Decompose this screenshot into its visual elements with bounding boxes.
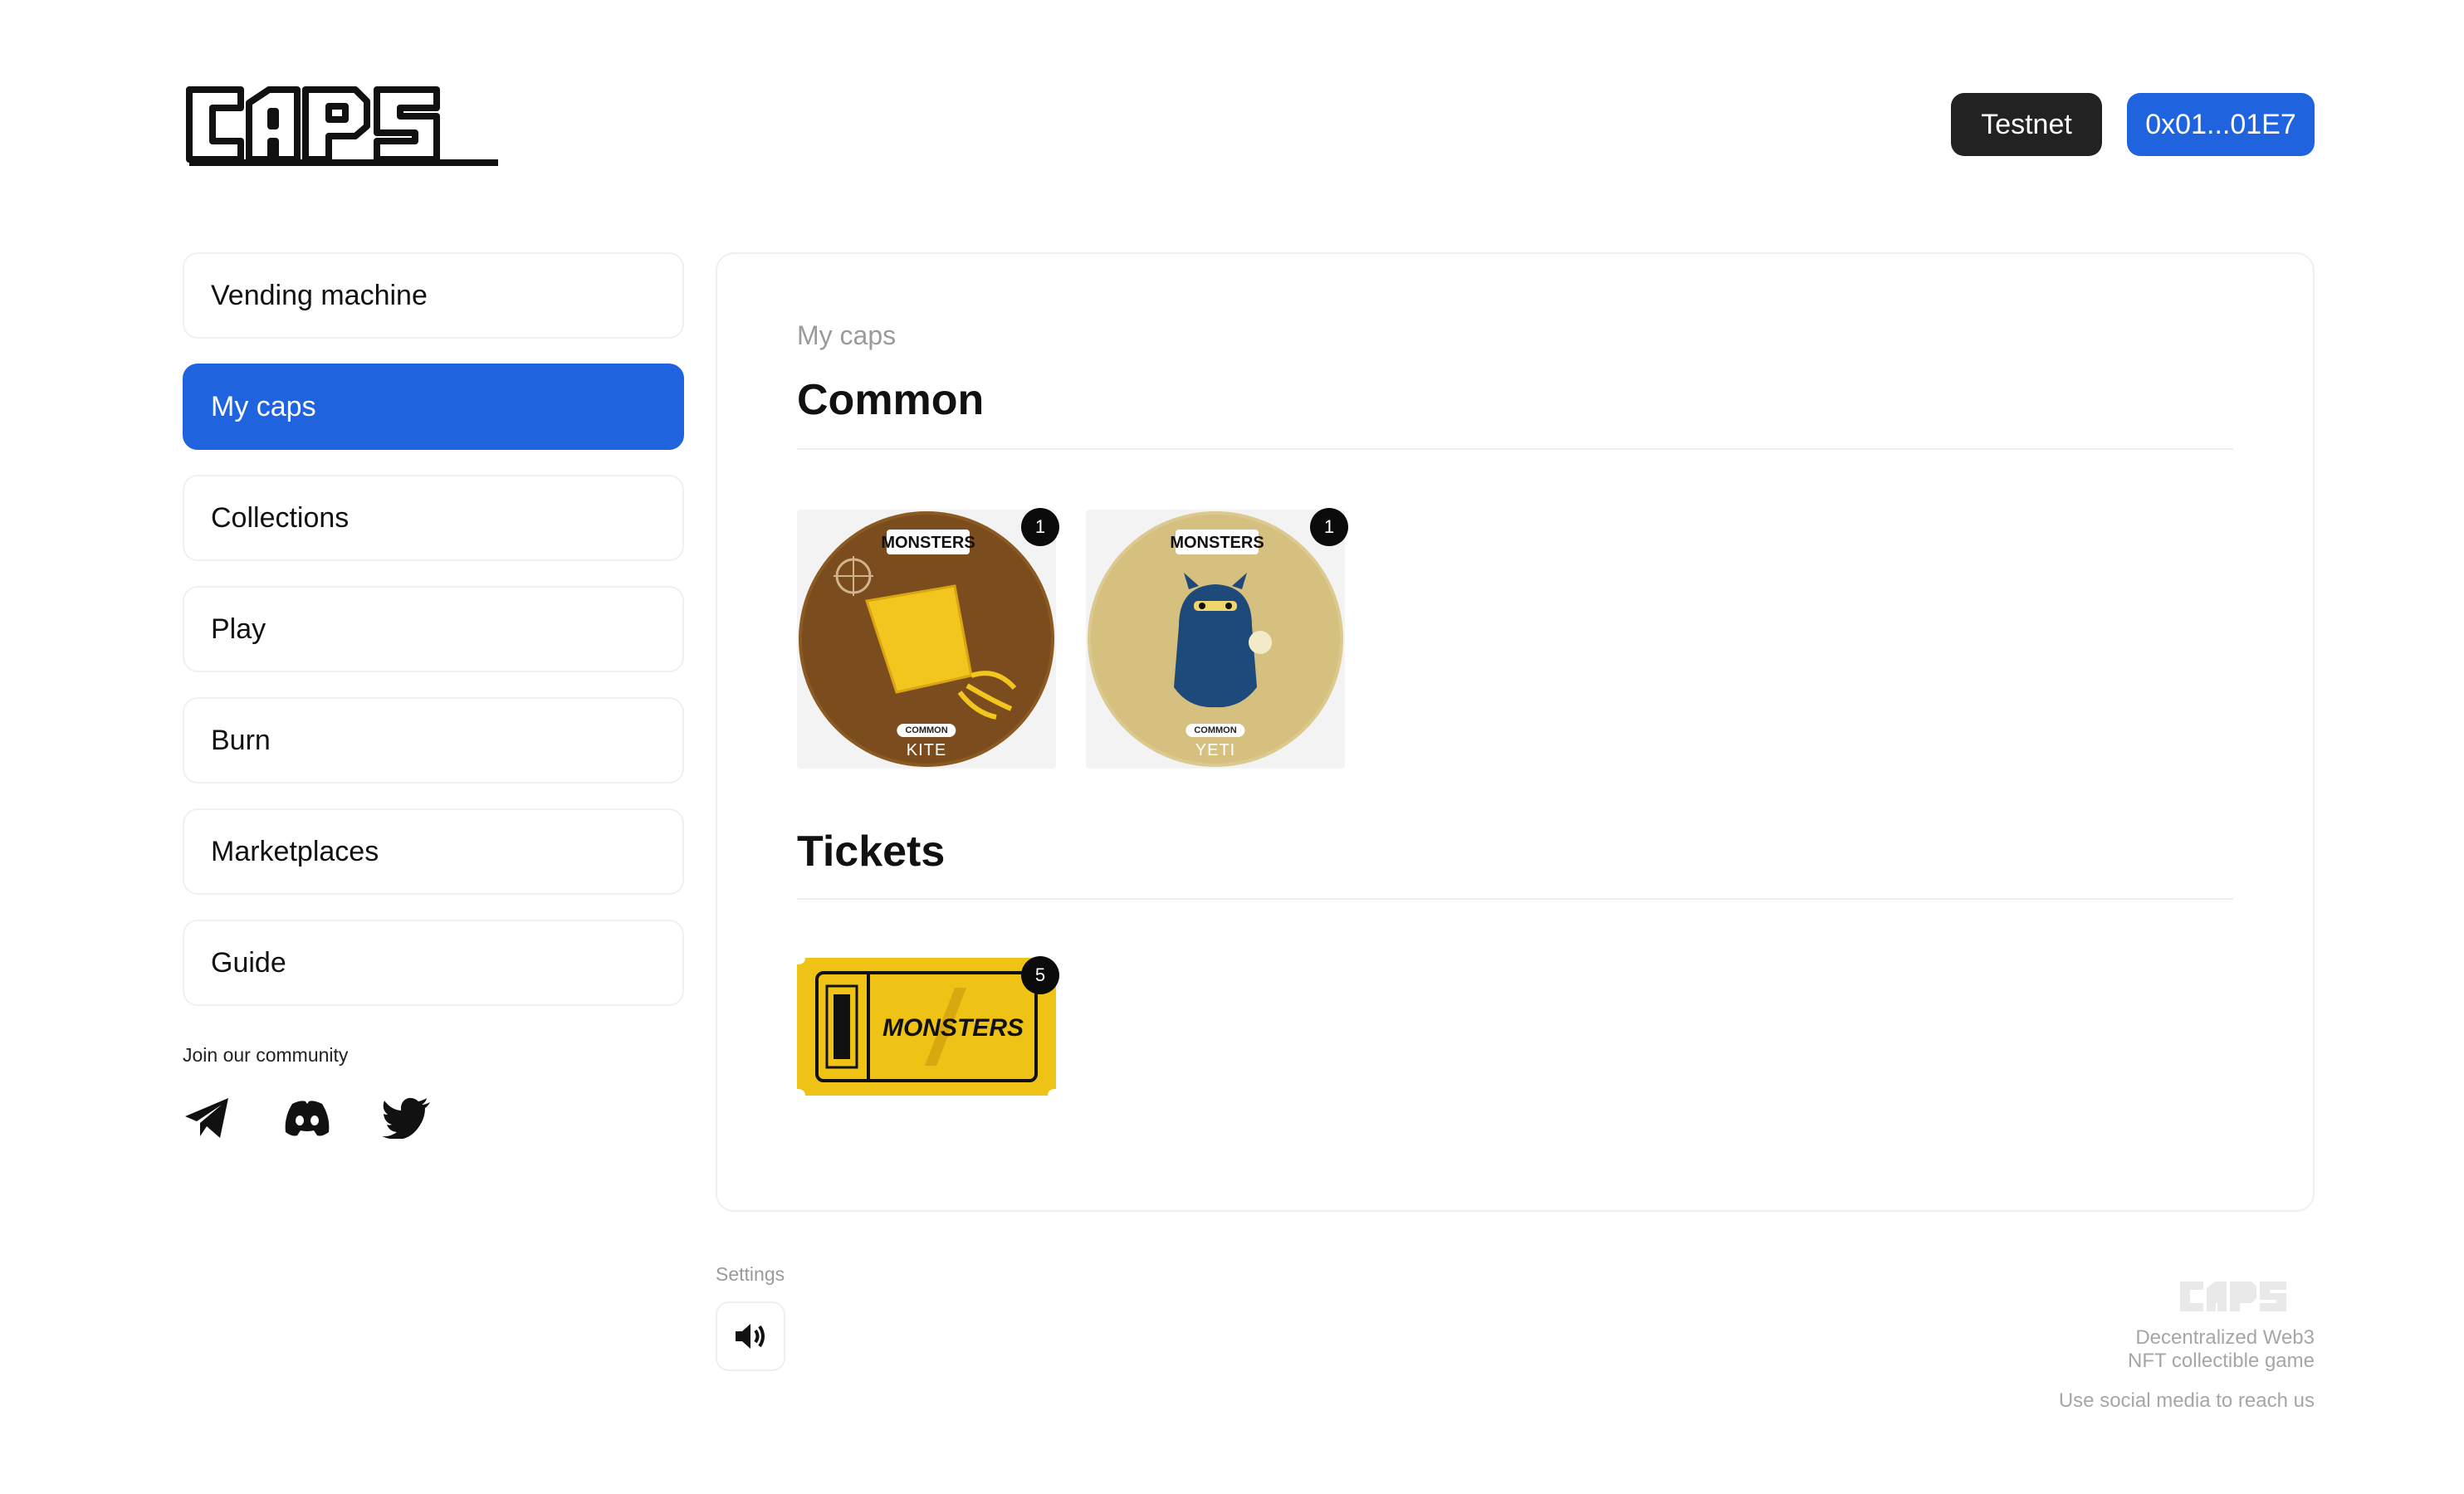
ticket-label: MONSTERS (882, 1014, 1024, 1042)
ticket-count-badge: 5 (1021, 956, 1059, 994)
twitter-icon[interactable] (382, 1095, 432, 1141)
speaker-icon (736, 1324, 765, 1349)
cap-card-kite[interactable]: MONSTERS COMMON KITE 1 (797, 508, 1059, 769)
caps-footer-logo (2180, 1282, 2286, 1311)
cap-collection-label: MONSTERS (1170, 534, 1264, 552)
footer-info: Decentralized Web3 NFT collectible game … (2059, 1278, 2315, 1413)
sidebar-item-marketplaces[interactable]: Marketplaces (183, 808, 684, 895)
cap-count-badge: 1 (1021, 508, 1059, 546)
breadcrumb: My caps (797, 320, 897, 350)
cap-name: YETI (1195, 741, 1236, 759)
cap-count-badge: 1 (1310, 508, 1348, 546)
footer-tagline-1: Decentralized Web3 (2135, 1326, 2315, 1349)
sidebar-item-my-caps[interactable]: My caps (183, 364, 684, 450)
footer-reach-text: Use social media to reach us (2058, 1389, 2315, 1412)
ticket-card-monsters[interactable]: MONSTERS 5 (797, 956, 1059, 1096)
my-caps-panel: My caps Common MONSTERS COMMON KITE 1 MO… (716, 252, 2315, 1212)
cap-rarity: COMMON (897, 724, 956, 737)
caps-logo[interactable] (183, 78, 503, 169)
sidebar-item-guide[interactable]: Guide (183, 920, 684, 1006)
sidebar: Vending machine My caps Collections Play… (183, 252, 684, 1141)
cap-rarity: COMMON (1186, 724, 1245, 737)
sidebar-item-collections[interactable]: Collections (183, 475, 684, 561)
sidebar-item-burn[interactable]: Burn (183, 697, 684, 784)
telegram-icon[interactable] (183, 1095, 232, 1141)
social-links (183, 1095, 684, 1141)
discord-icon[interactable] (282, 1095, 332, 1141)
section-divider (797, 898, 2233, 900)
sidebar-item-play[interactable]: Play (183, 586, 684, 672)
section-title-tickets: Tickets (797, 828, 946, 876)
community-label: Join our community (183, 1044, 349, 1066)
cap-card-yeti[interactable]: MONSTERS COMMON YETI 1 (1086, 508, 1348, 769)
footer-tagline-2: NFT collectible game (2128, 1350, 2315, 1372)
wallet-button[interactable]: 0x01...01E7 (2127, 93, 2315, 156)
section-title-common: Common (797, 376, 985, 424)
ticket-image: MONSTERS (797, 958, 1056, 1096)
cap-name: KITE (906, 741, 947, 759)
network-button[interactable]: Testnet (1951, 93, 2102, 156)
cap-collection-label: MONSTERS (881, 534, 975, 552)
sound-toggle-button[interactable] (716, 1301, 785, 1371)
sidebar-item-vending-machine[interactable]: Vending machine (183, 252, 684, 339)
settings-label: Settings (716, 1263, 785, 1285)
section-divider (797, 448, 2233, 450)
